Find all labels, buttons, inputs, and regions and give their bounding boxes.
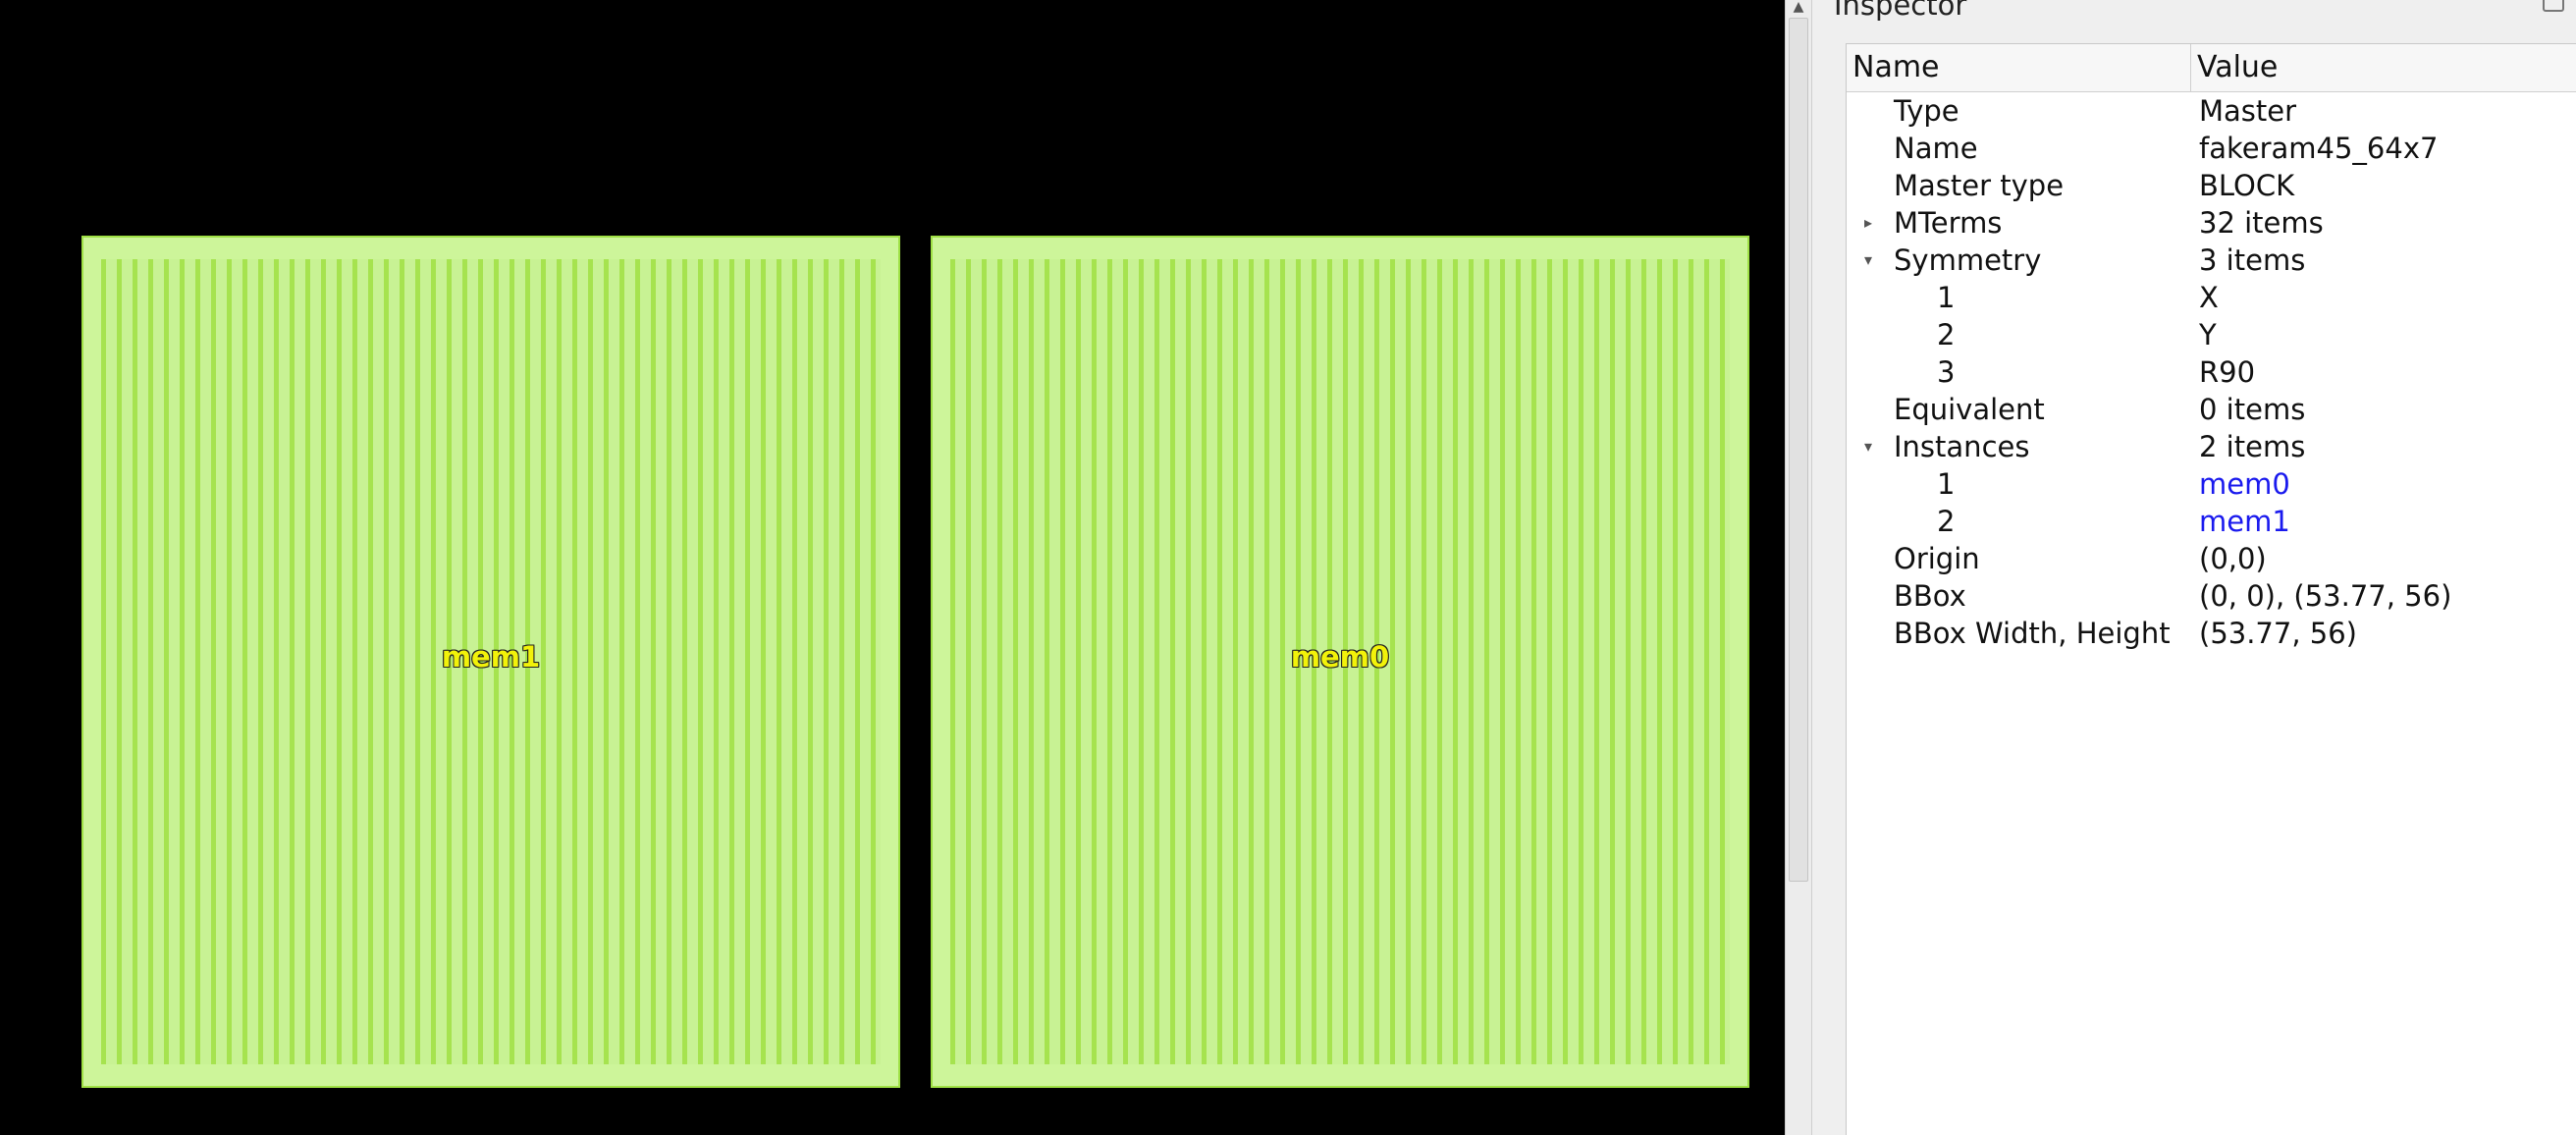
row-value: (53.77, 56) bbox=[2199, 617, 2357, 650]
row-value: Y bbox=[2199, 318, 2217, 351]
tree-row-name[interactable]: Name fakeram45_64x7 bbox=[1847, 130, 2576, 167]
inspector-tree[interactable]: Name Value Type Master Name fakeram45_64… bbox=[1846, 43, 2576, 1135]
row-name: BBox bbox=[1894, 579, 1966, 613]
row-value: 3 items bbox=[2199, 243, 2306, 277]
row-name: Instances bbox=[1894, 430, 2030, 463]
tree-header: Name Value bbox=[1847, 44, 2576, 92]
layout-canvas[interactable]: mem1 mem0 bbox=[0, 0, 1785, 1135]
dock-float-icon[interactable] bbox=[2543, 0, 2564, 12]
instance-label: mem1 bbox=[441, 640, 541, 674]
scroll-up-arrow-icon[interactable]: ▲ bbox=[1790, 0, 1807, 14]
row-value: fakeram45_64x7 bbox=[2199, 132, 2439, 165]
row-name: BBox Width, Height bbox=[1894, 617, 2171, 650]
row-name: 1 bbox=[1937, 281, 1956, 314]
tree-row-instance-1[interactable]: 1 mem0 bbox=[1847, 465, 2576, 503]
row-name: Type bbox=[1894, 94, 1959, 128]
row-value: (0,0) bbox=[2199, 542, 2267, 575]
row-value: 2 items bbox=[2199, 430, 2306, 463]
inspector-title: Inspector bbox=[1834, 0, 1967, 22]
instance-label: mem0 bbox=[1290, 640, 1390, 674]
row-name: Origin bbox=[1894, 542, 1980, 575]
row-name: Symmetry bbox=[1894, 243, 2042, 277]
instance-link-mem1[interactable]: mem1 bbox=[2199, 503, 2290, 540]
tree-row-origin[interactable]: Origin (0,0) bbox=[1847, 540, 2576, 577]
row-name: 1 bbox=[1937, 467, 1956, 501]
tree-row-symmetry-2[interactable]: 2 Y bbox=[1847, 316, 2576, 353]
column-divider[interactable] bbox=[2190, 44, 2191, 91]
tree-row-bbox-width-height[interactable]: BBox Width, Height (53.77, 56) bbox=[1847, 615, 2576, 652]
tree-row-symmetry-1[interactable]: 1 X bbox=[1847, 279, 2576, 316]
row-value: 32 items bbox=[2199, 206, 2324, 240]
instance-link-mem0[interactable]: mem0 bbox=[2199, 465, 2290, 503]
tree-row-symmetry-3[interactable]: 3 R90 bbox=[1847, 353, 2576, 391]
column-header-value[interactable]: Value bbox=[2197, 50, 2278, 84]
row-value: R90 bbox=[2199, 355, 2256, 389]
row-name: Master type bbox=[1894, 169, 2065, 202]
collapse-arrow-icon[interactable]: ▾ bbox=[1860, 242, 1876, 279]
column-header-name[interactable]: Name bbox=[1852, 50, 1940, 84]
tree-row-mterms[interactable]: ▸ MTerms 32 items bbox=[1847, 204, 2576, 242]
row-name: 2 bbox=[1937, 318, 1956, 351]
row-name: 3 bbox=[1937, 355, 1956, 389]
collapse-arrow-icon[interactable]: ▾ bbox=[1860, 428, 1876, 465]
row-value: X bbox=[2199, 281, 2219, 314]
tree-row-symmetry[interactable]: ▾ Symmetry 3 items bbox=[1847, 242, 2576, 279]
row-name: MTerms bbox=[1894, 206, 2003, 240]
row-value: BLOCK bbox=[2199, 169, 2295, 202]
instance-mem1[interactable]: mem1 bbox=[81, 236, 900, 1088]
expand-arrow-icon[interactable]: ▸ bbox=[1860, 204, 1876, 242]
tree-row-bbox[interactable]: BBox (0, 0), (53.77, 56) bbox=[1847, 577, 2576, 615]
tree-row-master-type[interactable]: Master type BLOCK bbox=[1847, 167, 2576, 204]
tree-row-type[interactable]: Type Master bbox=[1847, 92, 2576, 130]
row-value: (0, 0), (53.77, 56) bbox=[2199, 579, 2452, 613]
row-name: 2 bbox=[1937, 505, 1956, 538]
canvas-vertical-scrollbar[interactable]: ▲ bbox=[1785, 0, 1812, 1135]
tree-row-instances[interactable]: ▾ Instances 2 items bbox=[1847, 428, 2576, 465]
inspector-dock: Inspector Name Value Type Master Name fa… bbox=[1812, 0, 2576, 1135]
row-value: Master bbox=[2199, 94, 2297, 128]
tree-row-equivalent[interactable]: Equivalent 0 items bbox=[1847, 391, 2576, 428]
scrollbar-thumb[interactable] bbox=[1789, 18, 1808, 882]
row-value: 0 items bbox=[2199, 393, 2306, 426]
row-name: Name bbox=[1894, 132, 1978, 165]
row-name: Equivalent bbox=[1894, 393, 2045, 426]
tree-row-instance-2[interactable]: 2 mem1 bbox=[1847, 503, 2576, 540]
instance-mem0[interactable]: mem0 bbox=[931, 236, 1749, 1088]
